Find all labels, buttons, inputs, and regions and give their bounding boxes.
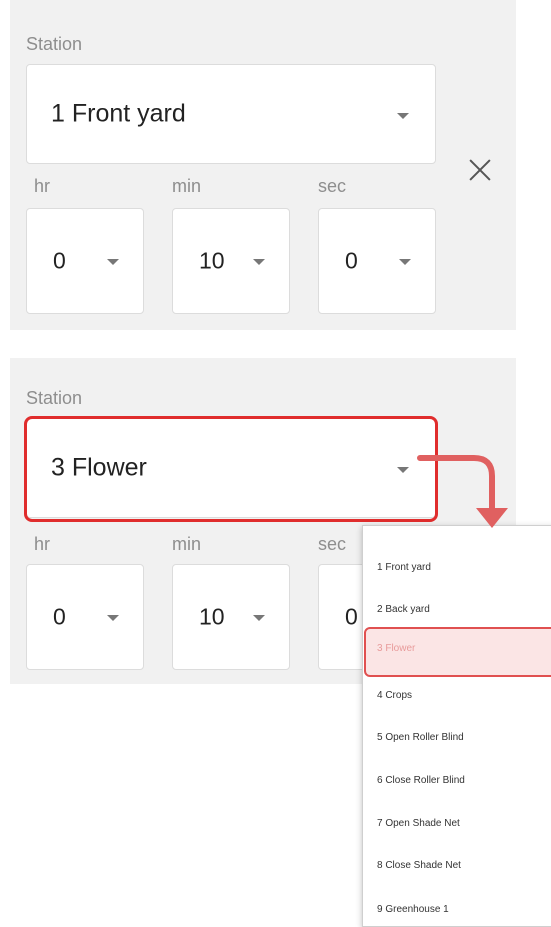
hr-value: 0: [53, 247, 66, 274]
station-select-highlight: [24, 416, 438, 522]
station-dropdown-menu: 1 Front yard 2 Back yard 4 Crops 5 Open …: [362, 525, 551, 927]
hr-select-1[interactable]: 0: [26, 208, 144, 314]
chevron-down-icon: [399, 259, 411, 265]
min-value: 10: [199, 247, 225, 274]
station-select-value: 1 Front yard: [51, 99, 186, 128]
dropdown-item[interactable]: 5 Open Roller Blind: [377, 732, 464, 743]
station-label: Station: [26, 388, 83, 408]
min-select-2[interactable]: 10: [172, 564, 290, 670]
chevron-down-icon: [107, 259, 119, 265]
dropdown-item-selected[interactable]: 3 Flower: [377, 643, 415, 654]
hr-value: 0: [53, 603, 66, 630]
chevron-down-icon: [397, 113, 409, 119]
dropdown-item[interactable]: 7 Open Shade Net: [377, 818, 460, 829]
chevron-down-icon: [107, 615, 119, 621]
hr-label: hr: [34, 176, 51, 196]
sec-label: sec: [318, 176, 347, 196]
sec-value: 0: [345, 603, 358, 630]
min-value: 10: [199, 603, 225, 630]
sec-select-1[interactable]: 0: [318, 208, 436, 314]
min-select-1[interactable]: 10: [172, 208, 290, 314]
dropdown-item[interactable]: 1 Front yard: [377, 562, 431, 573]
sec-label: sec: [318, 534, 347, 554]
chevron-down-icon: [253, 259, 265, 265]
hr-select-2[interactable]: 0: [26, 564, 144, 670]
dropdown-item[interactable]: 9 Greenhouse 1: [377, 904, 449, 915]
dropdown-item[interactable]: 6 Close Roller Blind: [377, 775, 465, 786]
station-select-1[interactable]: 1 Front yard: [26, 64, 436, 164]
min-label: min: [172, 176, 202, 196]
min-label: min: [172, 534, 202, 554]
dropdown-item[interactable]: 2 Back yard: [377, 604, 430, 615]
chevron-down-icon: [253, 615, 265, 621]
dropdown-item[interactable]: 8 Close Shade Net: [377, 860, 461, 871]
hr-label: hr: [34, 534, 51, 554]
station-label: Station: [26, 34, 83, 54]
remove-entry-button[interactable]: [465, 155, 495, 185]
dropdown-item[interactable]: 4 Crops: [377, 690, 412, 701]
sec-value: 0: [345, 247, 358, 274]
station-entry-1: Station 1 Front yard hr min sec 0 10 0: [10, 0, 516, 330]
